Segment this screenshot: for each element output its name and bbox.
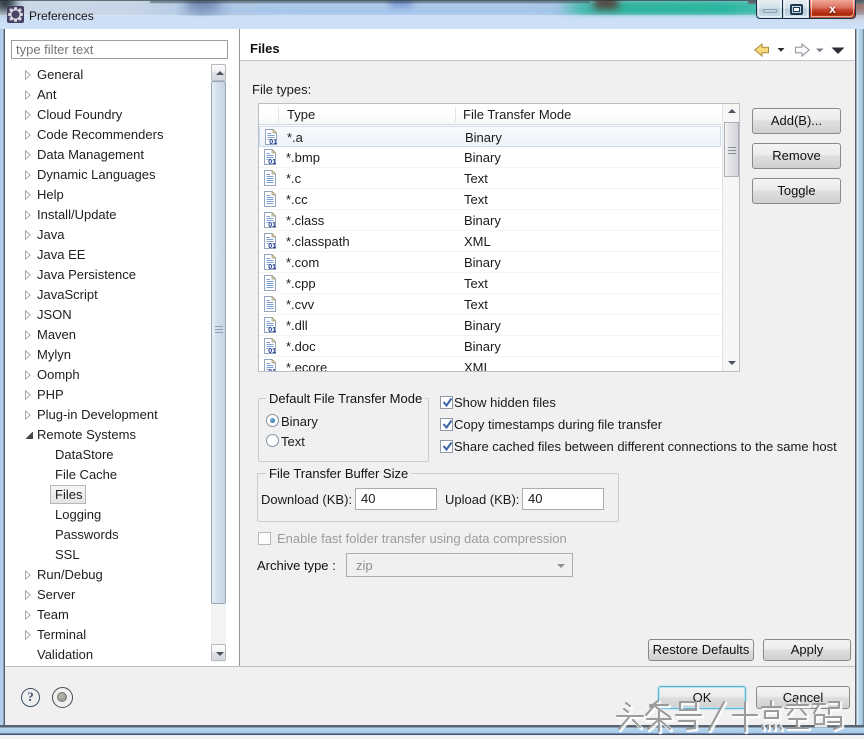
svg-text:01: 01 bbox=[268, 159, 276, 165]
svg-text:01: 01 bbox=[268, 348, 276, 354]
svg-text:01: 01 bbox=[268, 327, 276, 333]
svg-text:01: 01 bbox=[268, 222, 276, 228]
svg-text:01: 01 bbox=[268, 369, 276, 372]
svg-text:01: 01 bbox=[269, 139, 277, 145]
svg-text:01: 01 bbox=[268, 243, 276, 249]
svg-text:01: 01 bbox=[268, 264, 276, 270]
